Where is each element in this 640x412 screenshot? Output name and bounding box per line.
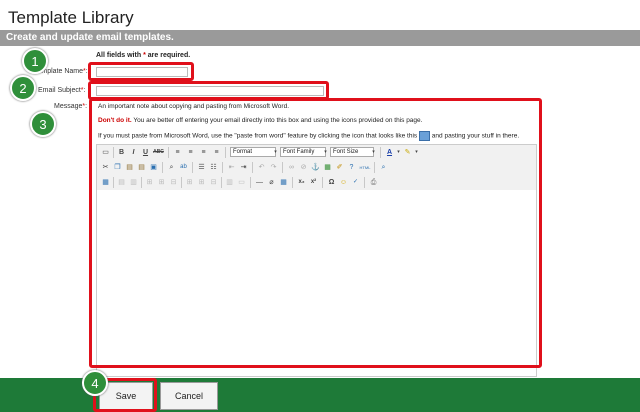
email-subject-star: * (80, 87, 84, 94)
page-title: Template Library (8, 8, 134, 27)
template-name-star: * (83, 68, 86, 75)
message-label: Message*: (54, 103, 88, 110)
required-note-prefix: All fields with (96, 52, 142, 59)
step1-highlight (88, 62, 194, 81)
subtitle-bar: Create and update email templates. (0, 30, 640, 46)
step-badge-4: 4 (82, 370, 108, 396)
required-note: All fields with * are required. (96, 52, 190, 59)
step-badge-3: 3 (30, 111, 56, 137)
cancel-button[interactable]: Cancel (160, 382, 218, 410)
step-badge-2: 2 (10, 75, 36, 101)
email-subject-label-text: Email Subject (38, 87, 81, 94)
message-label-text: Message (54, 103, 83, 110)
message-star: * (82, 103, 86, 110)
required-note-suffix: are required. (147, 52, 191, 59)
required-star: * (143, 52, 146, 59)
step-badge-1: 1 (22, 48, 48, 74)
subtitle: Create and update email templates. (6, 32, 174, 43)
step3-highlight (89, 98, 542, 368)
email-subject-label: Email Subject*: (38, 87, 86, 94)
